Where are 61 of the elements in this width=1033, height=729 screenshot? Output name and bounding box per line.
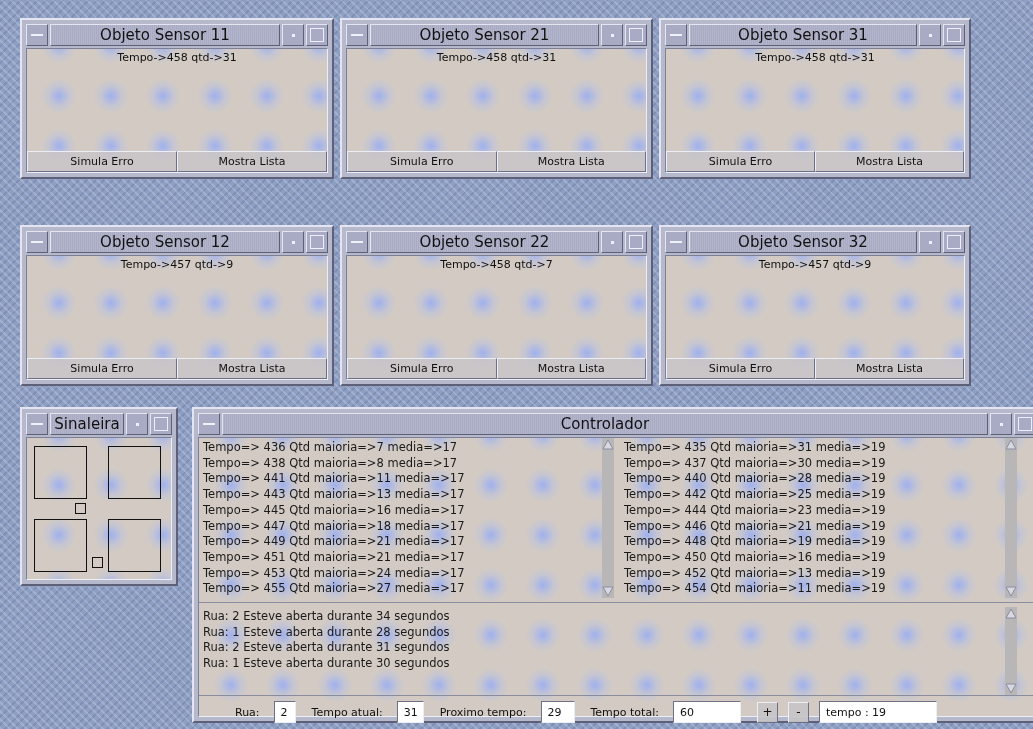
list-item[interactable]: Tempo=> 447 Qtd maioria=>18 media=>17 <box>203 518 598 535</box>
log-line: Rua: 2 Esteve aberta durante 34 segundos <box>203 609 451 625</box>
sensor-reading: Tempo->458 qtd->31 <box>755 51 875 64</box>
simulate-error-button[interactable]: Simula Erro <box>347 151 497 172</box>
show-list-button[interactable]: Mostra Lista <box>815 151 964 172</box>
field-label: Proximo tempo: <box>439 705 527 719</box>
log-line: Rua: 1 Esteve aberta durante 30 segundos <box>203 656 451 672</box>
list-item[interactable]: Tempo=> 440 Qtd maioria=>28 media=>19 <box>624 471 1001 488</box>
log-line: Rua: 2 Esteve aberta durante 31 segundos <box>203 640 451 657</box>
window-title: Objeto Sensor 12 <box>50 231 280 253</box>
sensor-reading: Tempo->458 qtd->7 <box>440 258 553 271</box>
show-list-button[interactable]: Mostra Lista <box>177 358 327 379</box>
show-list-button[interactable]: Mostra Lista <box>496 151 646 172</box>
list-item[interactable]: Tempo=> 452 Qtd maioria=>13 media=>19 <box>624 565 1001 582</box>
list-item[interactable]: Tempo=> 453 Qtd maioria=>24 media=>17 <box>203 565 598 582</box>
show-list-button[interactable]: Mostra Lista <box>177 151 327 172</box>
list-item[interactable]: Tempo=> 437 Qtd maioria=>30 media=>19 <box>624 455 1001 472</box>
plus-button[interactable]: + <box>756 701 778 723</box>
sensor-reading: Tempo->458 qtd->31 <box>117 51 237 64</box>
list-item[interactable]: Tempo=> 438 Qtd maioria=>8 media=>17 <box>203 455 598 472</box>
simulate-error-button[interactable]: Simula Erro <box>666 151 815 172</box>
list-item[interactable]: Tempo=> 442 Qtd maioria=>25 media=>19 <box>624 487 1001 503</box>
input-field[interactable]: 31 <box>396 701 424 723</box>
log-line: Rua: 1 Esteve aberta durante 28 segundos <box>203 624 451 641</box>
minus-button[interactable]: - <box>787 701 809 723</box>
simulate-error-button[interactable]: Simula Erro <box>666 358 815 379</box>
sensor-reading: Tempo->457 qtd->9 <box>120 258 234 271</box>
list-item[interactable]: Tempo=> 449 Qtd maioria=>21 media=>17 <box>203 534 598 550</box>
simulate-error-button[interactable]: Simula Erro <box>27 358 177 379</box>
status-field[interactable]: tempo : 19 <box>818 701 937 723</box>
list-item[interactable]: Tempo=> 443 Qtd maioria=>13 media=>17 <box>203 487 598 503</box>
input-field[interactable]: 29 <box>540 701 575 723</box>
list-item[interactable]: Tempo=> 448 Qtd maioria=>19 media=>19 <box>624 534 1001 550</box>
sensor-reading: Tempo->458 qtd->31 <box>436 51 557 64</box>
list-item[interactable]: Tempo=> 450 Qtd maioria=>16 media=>19 <box>624 549 1001 566</box>
field-label: Tempo total: <box>590 705 659 719</box>
list-item[interactable]: Tempo=> 454 Qtd maioria=>11 media=>19 <box>624 581 1001 598</box>
window-title: Controlador <box>222 413 988 435</box>
list-item[interactable]: Tempo=> 436 Qtd maioria=>7 media=>17 <box>203 440 598 456</box>
window-title: Objeto Sensor 31 <box>689 24 917 46</box>
list-item[interactable]: Tempo=> 455 Qtd maioria=>27 media=>17 <box>203 581 598 598</box>
window-title: Objeto Sensor 32 <box>689 231 917 253</box>
window-title: Objeto Sensor 21 <box>370 24 599 46</box>
window-title: Objeto Sensor 11 <box>50 24 280 46</box>
list-item[interactable]: Tempo=> 441 Qtd maioria=>11 media=>17 <box>203 471 598 488</box>
show-list-button[interactable]: Mostra Lista <box>496 358 646 379</box>
simulate-error-button[interactable]: Simula Erro <box>27 151 177 172</box>
list-item[interactable]: Tempo=> 446 Qtd maioria=>21 media=>19 <box>624 518 1001 535</box>
show-list-button[interactable]: Mostra Lista <box>815 358 964 379</box>
list-item[interactable]: Tempo=> 445 Qtd maioria=>16 media=>17 <box>203 502 598 519</box>
list-item[interactable]: Tempo=> 451 Qtd maioria=>21 media=>17 <box>203 549 598 566</box>
field-label: Tempo atual: <box>311 705 383 719</box>
field-label: Rua: <box>235 705 260 719</box>
list-item[interactable]: Tempo=> 435 Qtd maioria=>31 media=>19 <box>624 440 1001 456</box>
simulate-error-button[interactable]: Simula Erro <box>347 358 497 379</box>
input-field[interactable]: 60 <box>672 701 741 723</box>
sensor-reading: Tempo->457 qtd->9 <box>758 258 872 271</box>
input-field[interactable]: 2 <box>273 701 296 723</box>
window-title: Sinaleira <box>50 413 124 435</box>
list-item[interactable]: Tempo=> 444 Qtd maioria=>23 media=>19 <box>624 502 1001 519</box>
window-title: Objeto Sensor 22 <box>370 231 599 253</box>
